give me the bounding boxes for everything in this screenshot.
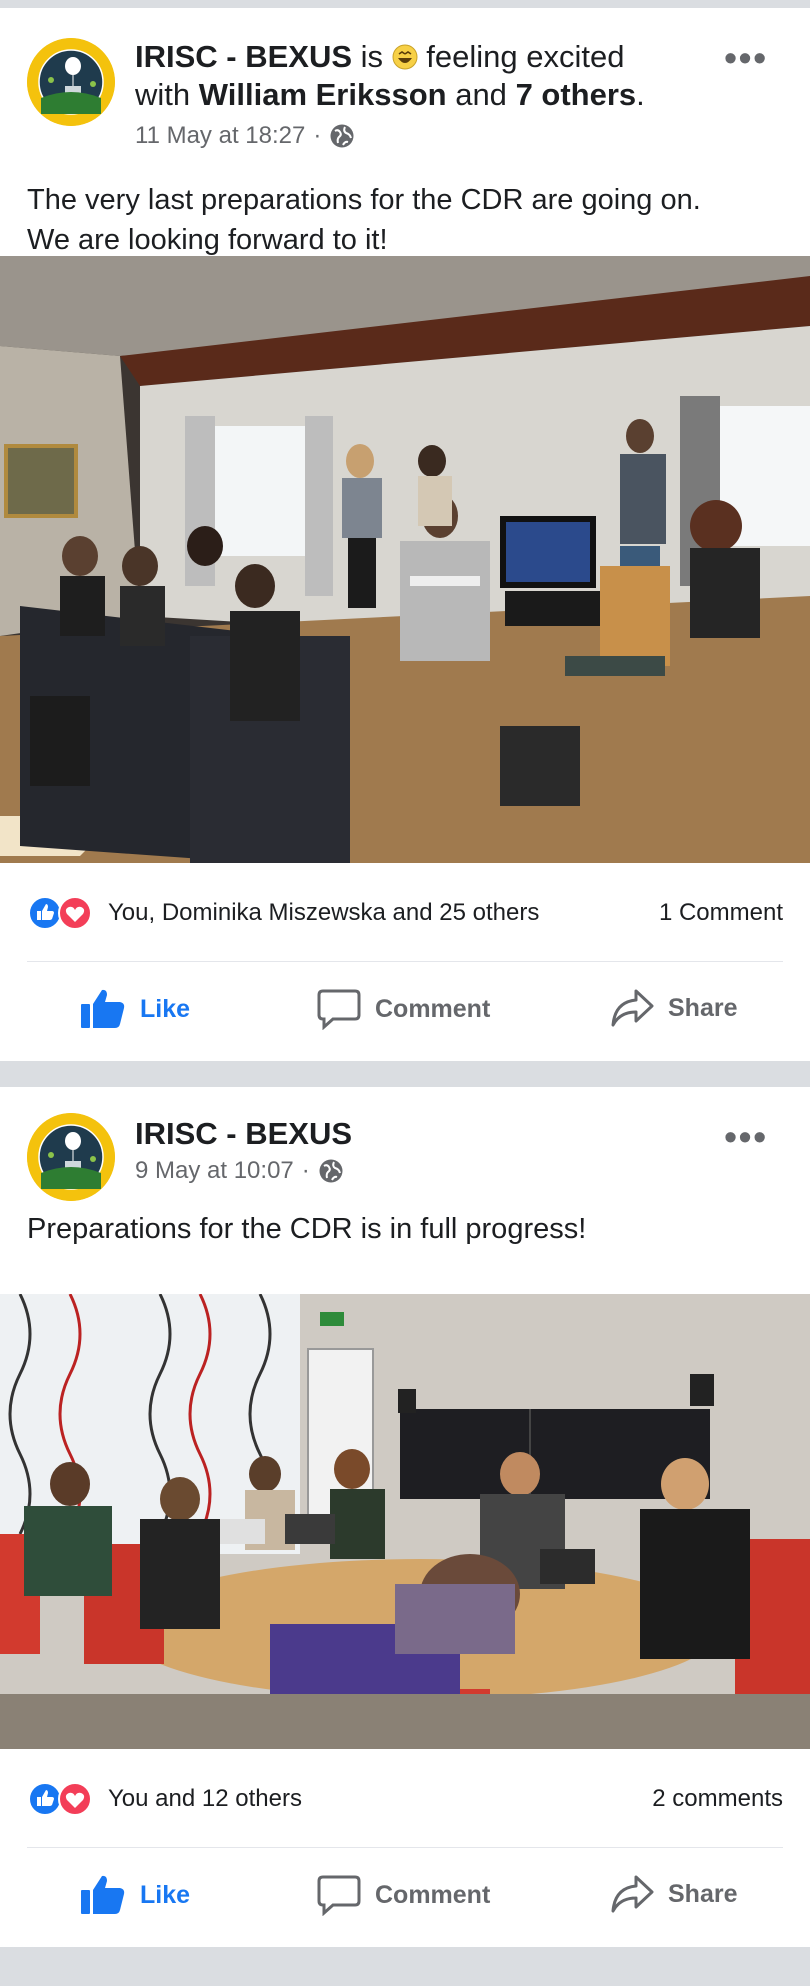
comment-button[interactable]: Comment xyxy=(317,1874,490,1916)
verb-text: is xyxy=(360,39,384,74)
post-header-text: IRISC - BEXUS is feeling excited with Wi… xyxy=(135,38,730,150)
tagged-others-link[interactable]: 7 others xyxy=(516,77,637,112)
post-body-line: The very last preparations for the CDR a… xyxy=(27,184,701,216)
reactions-bar: You, Dominika Miszewska and 25 others 1 … xyxy=(27,863,783,962)
post-photo[interactable] xyxy=(0,1294,810,1749)
comments-count[interactable]: 1 Comment xyxy=(659,899,783,927)
like-label: Like xyxy=(140,994,191,1023)
post-header: IRISC - BEXUS 9 May at 10:07 · ••• xyxy=(0,1087,810,1217)
share-button[interactable]: Share xyxy=(610,1874,737,1914)
feeling-text: feeling excited xyxy=(426,39,625,74)
post-title-line: IRISC - BEXUS xyxy=(135,1115,730,1153)
love-reaction-icon xyxy=(58,1782,92,1816)
post-actions: Like Comment Share xyxy=(0,1848,810,1947)
love-reaction-icon xyxy=(58,896,92,930)
irisc-logo-icon xyxy=(27,1113,115,1201)
like-icon xyxy=(81,989,125,1028)
post-header: IRISC - BEXUS is feeling excited with Wi… xyxy=(0,8,810,150)
post-header-text: IRISC - BEXUS 9 May at 10:07 · xyxy=(135,1115,730,1185)
like-button[interactable]: Like xyxy=(80,1874,190,1916)
comment-icon xyxy=(317,1875,361,1916)
post-meta: 11 May at 18:27 · xyxy=(135,122,730,150)
share-label: Share xyxy=(668,993,738,1022)
feeling-emoji-icon xyxy=(392,44,418,70)
like-reaction-icon xyxy=(28,1782,62,1816)
post-photo[interactable] xyxy=(0,256,810,863)
post-title-line: IRISC - BEXUS is feeling excited with Wi… xyxy=(135,38,730,114)
top-divider xyxy=(0,0,810,8)
globe-icon xyxy=(319,1159,343,1183)
post-divider xyxy=(0,1061,810,1087)
reaction-icons[interactable] xyxy=(27,895,97,931)
post: IRISC - BEXUS 9 May at 10:07 · ••• Prepa… xyxy=(0,1087,810,1947)
page-avatar[interactable] xyxy=(27,1113,115,1201)
page-avatar[interactable] xyxy=(27,38,115,126)
post-timestamp[interactable]: 11 May at 18:27 xyxy=(135,122,305,150)
share-icon xyxy=(611,989,654,1027)
meta-separator: · xyxy=(313,122,322,149)
period-text: . xyxy=(636,77,645,112)
post-body: Preparations for the CDR is in full prog… xyxy=(0,1209,810,1294)
like-button[interactable]: Like xyxy=(80,988,190,1030)
comment-label: Comment xyxy=(375,994,491,1023)
comments-count[interactable]: 2 comments xyxy=(652,1785,783,1813)
comment-button[interactable]: Comment xyxy=(317,988,490,1030)
post-body: The very last preparations for the CDR a… xyxy=(0,144,810,256)
comment-icon xyxy=(317,989,361,1030)
share-button[interactable]: Share xyxy=(610,988,737,1028)
irisc-logo-icon xyxy=(27,38,115,126)
reactions-count[interactable]: You, Dominika Miszewska and 25 others xyxy=(108,899,539,927)
post-actions: Like Comment Share xyxy=(0,962,810,1061)
post-timestamp[interactable]: 9 May at 10:07 xyxy=(135,1157,294,1185)
globe-icon xyxy=(330,124,354,148)
reactions-count[interactable]: You and 12 others xyxy=(108,1785,302,1813)
post-meta: 9 May at 10:07 · xyxy=(135,1157,730,1185)
more-options-icon[interactable]: ••• xyxy=(724,40,768,76)
comment-label: Comment xyxy=(375,1880,491,1909)
page-name-link[interactable]: IRISC - BEXUS xyxy=(135,1116,352,1151)
and-text: and xyxy=(455,77,507,112)
more-options-icon[interactable]: ••• xyxy=(724,1119,768,1155)
share-label: Share xyxy=(668,1879,738,1908)
like-label: Like xyxy=(140,1880,191,1909)
post: IRISC - BEXUS is feeling excited with Wi… xyxy=(0,8,810,1061)
page-name-link[interactable]: IRISC - BEXUS xyxy=(135,39,352,74)
post-body-line: We are looking forward to it! xyxy=(27,224,388,256)
with-text: with xyxy=(135,77,191,112)
share-icon xyxy=(611,1875,654,1913)
like-reaction-icon xyxy=(28,896,62,930)
like-icon xyxy=(81,1875,125,1914)
meta-separator: · xyxy=(301,1157,310,1184)
tagged-person-link[interactable]: William Eriksson xyxy=(199,77,447,112)
reactions-bar: You and 12 others 2 comments xyxy=(27,1749,783,1848)
reaction-icons[interactable] xyxy=(27,1781,97,1817)
